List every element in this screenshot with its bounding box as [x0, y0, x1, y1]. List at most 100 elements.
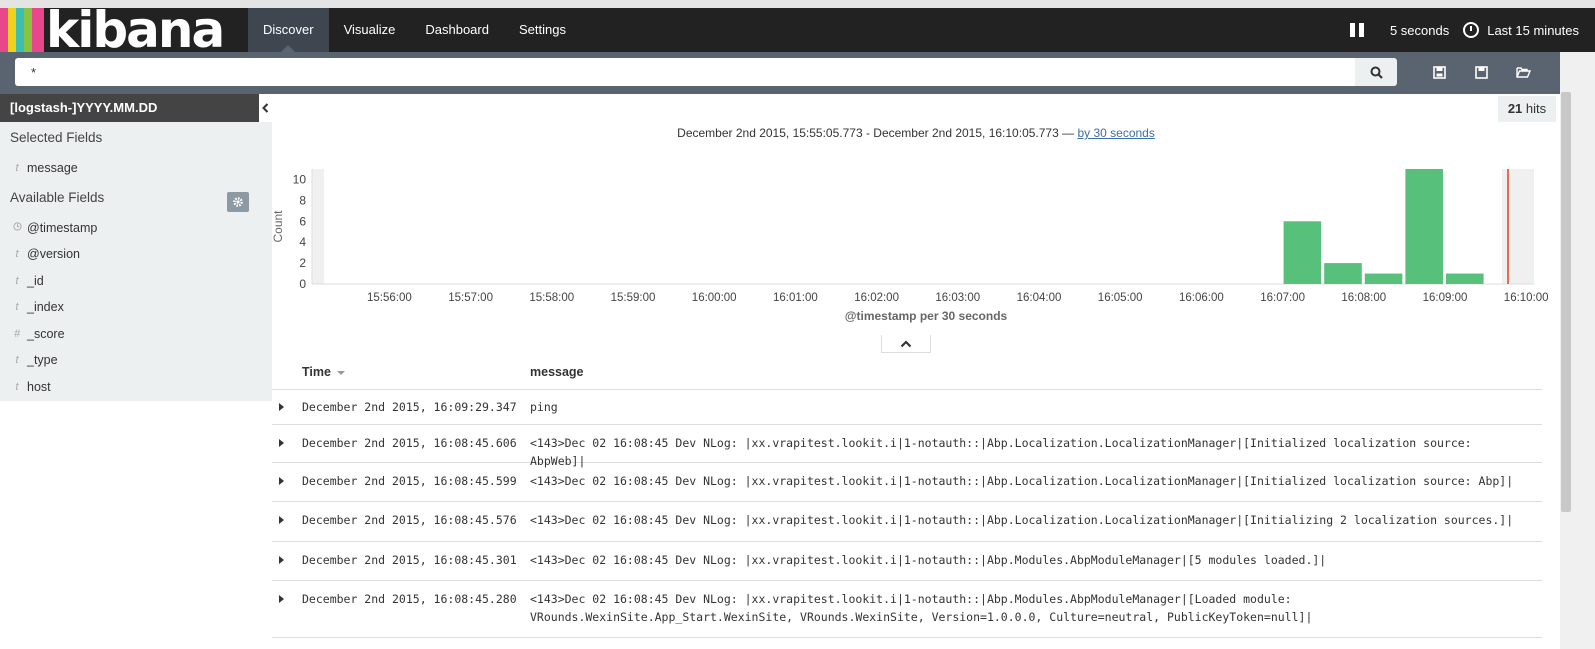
search-tools	[1418, 58, 1544, 86]
histogram-bar	[1283, 221, 1322, 284]
string-type-icon: t	[15, 248, 19, 260]
chevron-left-icon	[262, 103, 269, 113]
scrollbar-thumb[interactable]	[1561, 92, 1571, 512]
field-name: message	[27, 161, 78, 175]
search-button[interactable]	[1355, 58, 1397, 86]
field-name: host	[27, 380, 51, 394]
histogram-bar	[1364, 273, 1403, 284]
y-tick-label: 10	[293, 172, 307, 186]
x-tick-label: 16:08:00	[1341, 292, 1386, 304]
table-row[interactable]: December 2nd 2015, 16:08:45.301 <143>Dec…	[272, 541, 1542, 581]
collapse-sidebar-button[interactable]	[259, 94, 272, 122]
expand-row-icon[interactable]	[279, 595, 284, 603]
x-tick-label: 15:58:00	[529, 292, 574, 304]
kibana-logo-bars	[0, 8, 44, 52]
search-input[interactable]	[15, 58, 1355, 86]
nav-right: 5 seconds Last 15 minutes	[1336, 8, 1579, 52]
refresh-interval-button[interactable]: 5 seconds	[1390, 23, 1449, 38]
pause-refresh-button[interactable]	[1349, 23, 1376, 37]
row-time: December 2nd 2015, 16:08:45.599	[302, 474, 517, 488]
sort-desc-icon[interactable]	[337, 370, 346, 375]
field-settings-button[interactable]	[227, 192, 249, 212]
tab-dashboard[interactable]: Dashboard	[410, 8, 504, 52]
field-item-id[interactable]: t _id	[10, 271, 44, 291]
tab-settings[interactable]: Settings	[504, 8, 581, 52]
collapse-chart-button[interactable]	[881, 335, 931, 353]
table-row[interactable]: December 2nd 2015, 16:08:45.599 <143>Dec…	[272, 462, 1542, 502]
histogram-bar	[1405, 169, 1443, 284]
field-name: @version	[27, 247, 80, 261]
search-icon	[1370, 66, 1383, 79]
row-message: <143>Dec 02 16:08:45 Dev NLog: |xx.vrapi…	[530, 474, 1514, 488]
time-picker-button[interactable]: Last 15 minutes	[1463, 22, 1579, 38]
table-row[interactable]: December 2nd 2015, 16:08:45.576 <143>Dec…	[272, 501, 1542, 542]
row-message: <143>Dec 02 16:08:45 Dev NLog: |xx.vrapi…	[530, 553, 1327, 567]
tab-discover[interactable]: Discover	[248, 8, 329, 52]
expand-row-icon[interactable]	[279, 439, 284, 447]
hits-counter: 21 hits	[1498, 96, 1556, 122]
expand-row-icon[interactable]	[279, 403, 284, 411]
save-search-button[interactable]	[1460, 58, 1502, 86]
index-pattern-title[interactable]: [logstash-]YYYY.MM.DD	[0, 94, 259, 122]
field-item-timestamp[interactable]: @timestamp	[10, 218, 97, 238]
main-nav: Discover Visualize Dashboard Settings	[248, 8, 581, 52]
x-tick-label: 16:04:00	[1017, 292, 1062, 304]
row-time: December 2nd 2015, 16:09:29.347	[302, 400, 517, 414]
clock-icon	[1463, 22, 1480, 38]
field-item-message[interactable]: t message	[10, 158, 78, 178]
time-picker-label: Last 15 minutes	[1487, 22, 1579, 38]
tab-visualize[interactable]: Visualize	[329, 8, 411, 52]
time-range-header: December 2nd 2015, 15:55:05.773 - Decemb…	[272, 126, 1560, 140]
x-tick-label: 15:56:00	[367, 292, 412, 304]
x-tick-label: 16:06:00	[1179, 292, 1224, 304]
field-sidebar: [logstash-]YYYY.MM.DD Selected Fields t …	[0, 94, 272, 401]
partial-bucket-start	[312, 169, 324, 284]
y-tick-label: 0	[299, 277, 306, 291]
x-tick-label: 16:10:00	[1504, 292, 1549, 304]
row-time: December 2nd 2015, 16:08:45.301	[302, 553, 517, 567]
table-row[interactable]: December 2nd 2015, 16:08:45.280 <143>Dec…	[272, 580, 1542, 638]
new-search-button[interactable]	[1418, 58, 1460, 86]
field-item-host[interactable]: t host	[10, 377, 51, 397]
field-item-index[interactable]: t _index	[10, 297, 64, 317]
column-header-message[interactable]: message	[530, 356, 584, 389]
open-search-button[interactable]	[1502, 58, 1544, 86]
field-item-type[interactable]: t _type	[10, 350, 57, 370]
field-item-score[interactable]: # _score	[10, 324, 65, 344]
interval-link[interactable]: by 30 seconds	[1077, 126, 1154, 140]
field-name: _id	[27, 274, 44, 288]
column-header-time[interactable]: Time	[302, 356, 346, 389]
string-type-icon: t	[15, 354, 19, 366]
field-name: _score	[27, 327, 65, 341]
expand-row-icon[interactable]	[279, 477, 284, 485]
field-item-version[interactable]: t @version	[10, 244, 80, 264]
available-fields-heading: Available Fields	[10, 190, 105, 205]
x-tick-label: 16:02:00	[854, 292, 899, 304]
x-tick-label: 16:01:00	[773, 292, 818, 304]
row-time: December 2nd 2015, 16:08:45.280	[302, 592, 517, 606]
string-type-icon: t	[15, 381, 19, 393]
table-row[interactable]: December 2nd 2015, 16:09:29.347 ping	[272, 390, 1542, 425]
page-scrollbar[interactable]	[1560, 52, 1595, 649]
number-type-icon: #	[13, 328, 21, 340]
string-type-icon: t	[15, 162, 19, 174]
row-message: <143>Dec 02 16:08:45 Dev NLog: |xx.vrapi…	[530, 513, 1514, 527]
x-tick-label: 16:09:00	[1423, 292, 1468, 304]
refresh-interval-label: 5 seconds	[1389, 22, 1450, 38]
row-message: ping	[530, 400, 558, 414]
field-name: @timestamp	[27, 221, 98, 235]
time-range-text: December 2nd 2015, 15:55:05.773 - Decemb…	[677, 126, 1075, 140]
histogram-chart[interactable]: 0 2 4 6 8 10 15:56:00 15:57:00 15:58:00 15:59:00 1…	[272, 160, 1560, 330]
y-tick-label: 6	[299, 214, 306, 228]
x-tick-label: 16:05:00	[1098, 292, 1143, 304]
expand-row-icon[interactable]	[279, 516, 284, 524]
pause-icon	[1349, 23, 1364, 37]
new-document-icon	[1432, 65, 1446, 79]
x-axis-label: @timestamp per 30 seconds	[845, 309, 1008, 323]
partial-bucket-end	[1502, 169, 1534, 284]
table-row[interactable]: December 2nd 2015, 16:08:45.606 <143>Dec…	[272, 424, 1542, 468]
field-name: _index	[27, 300, 64, 314]
expand-row-icon[interactable]	[279, 556, 284, 564]
selected-fields-heading: Selected Fields	[10, 130, 103, 145]
x-tick-label: 16:07:00	[1260, 292, 1305, 304]
